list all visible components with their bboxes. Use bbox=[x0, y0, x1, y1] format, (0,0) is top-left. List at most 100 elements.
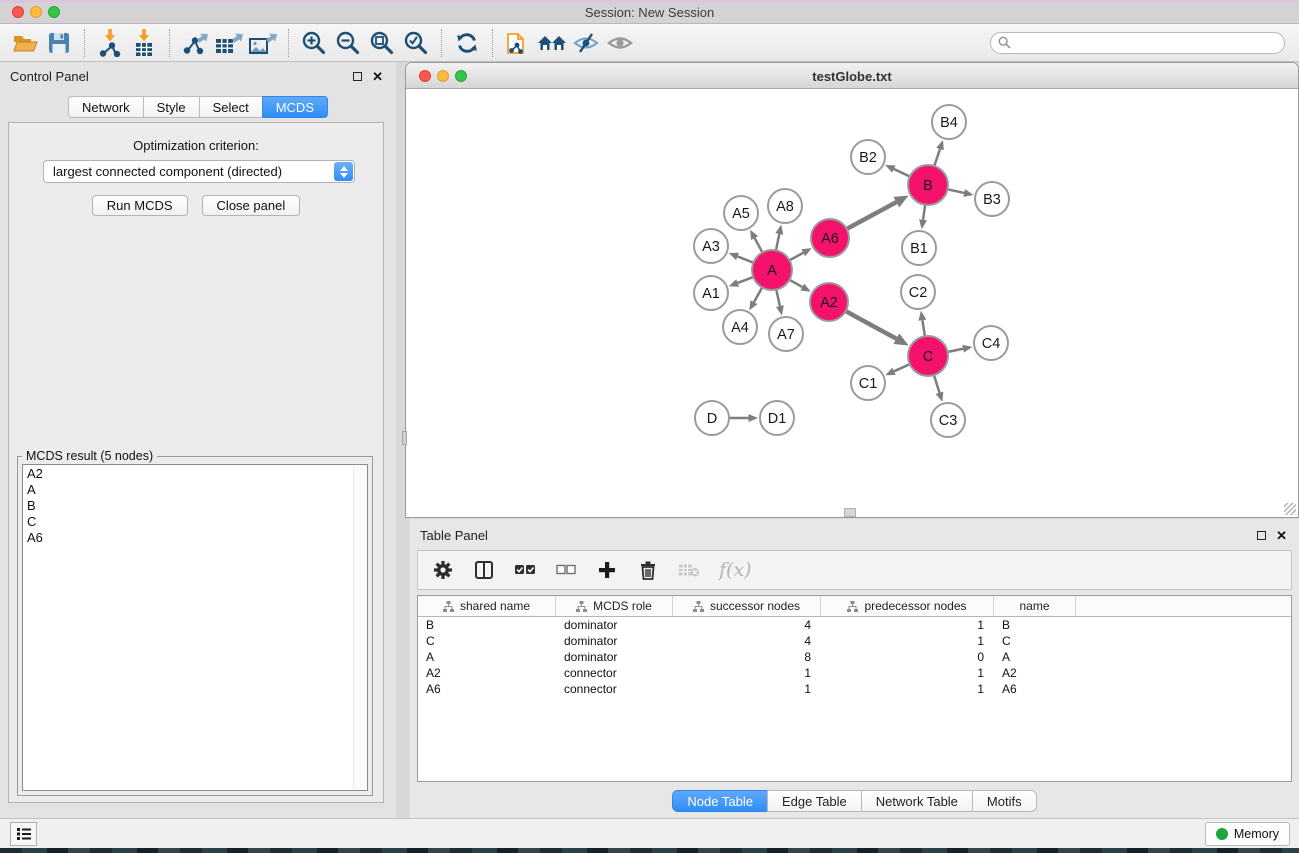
run-mcds-button[interactable]: Run MCDS bbox=[92, 195, 188, 216]
cell-shared-name[interactable]: A6 bbox=[418, 681, 556, 697]
column-header-mcds-role[interactable]: MCDS role bbox=[556, 596, 673, 616]
table-row[interactable]: Cdominator41C bbox=[418, 633, 1291, 649]
arrowhead-icon bbox=[729, 279, 739, 286]
table-row[interactable]: A6connector11A6 bbox=[418, 681, 1291, 697]
export-image-icon[interactable] bbox=[246, 28, 280, 58]
column-header-successor-nodes[interactable]: successor nodes bbox=[673, 596, 821, 616]
cell-shared-name[interactable]: A2 bbox=[418, 665, 556, 681]
cell-name[interactable]: A6 bbox=[994, 681, 1076, 697]
cell-predecessor-nodes[interactable]: 0 bbox=[821, 649, 994, 665]
optimization-criterion-select[interactable]: largest connected component (directed) bbox=[43, 160, 355, 183]
table-row[interactable]: A2connector11A2 bbox=[418, 665, 1291, 681]
mcds-result-item[interactable]: B bbox=[27, 498, 367, 514]
table-row[interactable]: Adominator80A bbox=[418, 649, 1291, 665]
cell-predecessor-nodes[interactable]: 1 bbox=[821, 665, 994, 681]
export-network-icon[interactable] bbox=[178, 28, 212, 58]
import-table-icon[interactable] bbox=[127, 28, 161, 58]
cell-successor-nodes[interactable]: 4 bbox=[673, 633, 821, 649]
export-table-icon[interactable] bbox=[212, 28, 246, 58]
tab-select[interactable]: Select bbox=[199, 96, 262, 118]
cell-successor-nodes[interactable]: 8 bbox=[673, 649, 821, 665]
attribute-tree-icon bbox=[693, 601, 704, 612]
cell-predecessor-nodes[interactable]: 1 bbox=[821, 681, 994, 697]
home-layout-icon[interactable] bbox=[535, 28, 569, 58]
import-network-icon[interactable] bbox=[93, 28, 127, 58]
cell-name[interactable]: A bbox=[994, 649, 1076, 665]
delete-column-trash-icon[interactable] bbox=[637, 559, 659, 581]
cell-mcds-role[interactable]: dominator bbox=[556, 649, 673, 665]
cell-successor-nodes[interactable]: 4 bbox=[673, 617, 821, 633]
new-network-from-file-icon[interactable] bbox=[501, 28, 535, 58]
resize-grip-icon[interactable] bbox=[1284, 503, 1296, 515]
close-panel-icon[interactable]: ✕ bbox=[1276, 528, 1287, 544]
column-header-name[interactable]: name bbox=[994, 596, 1076, 616]
table-panel: Table Panel ✕ f(x) shared nameMCDS roles… bbox=[410, 519, 1299, 818]
cell-successor-nodes[interactable]: 1 bbox=[673, 681, 821, 697]
save-session-icon[interactable] bbox=[42, 28, 76, 58]
network-window-titlebar[interactable]: testGlobe.txt bbox=[406, 63, 1298, 89]
arrowhead-icon bbox=[776, 305, 784, 315]
tab-motifs[interactable]: Motifs bbox=[972, 790, 1037, 812]
search-input[interactable] bbox=[1011, 36, 1284, 50]
cell-shared-name[interactable]: A bbox=[418, 649, 556, 665]
cell-mcds-role[interactable]: dominator bbox=[556, 617, 673, 633]
tab-mcds[interactable]: MCDS bbox=[262, 96, 328, 118]
cell-name[interactable]: C bbox=[994, 633, 1076, 649]
divider-handle[interactable] bbox=[844, 508, 856, 517]
app-titlebar: Session: New Session bbox=[0, 0, 1299, 24]
show-eye-icon[interactable] bbox=[603, 28, 637, 58]
tab-style[interactable]: Style bbox=[143, 96, 199, 118]
deselect-all-columns-icon[interactable] bbox=[555, 559, 577, 581]
table-settings-gear-icon[interactable] bbox=[432, 559, 454, 581]
zoom-out-icon[interactable] bbox=[331, 28, 365, 58]
column-header-shared-name[interactable]: shared name bbox=[418, 596, 556, 616]
node-label: C4 bbox=[982, 336, 1001, 352]
mcds-result-item[interactable]: A6 bbox=[27, 530, 367, 546]
network-graph[interactable]: B4B2BB3A5A8A6A3AB1A1C2A2A4A7C4CC1C3DD1 bbox=[407, 89, 1297, 516]
mcds-result-list[interactable]: A2ABCA6 bbox=[22, 464, 368, 791]
open-file-icon[interactable] bbox=[8, 28, 42, 58]
control-panel-title: Control Panel bbox=[10, 69, 89, 84]
cell-name[interactable]: B bbox=[994, 617, 1076, 633]
cell-name[interactable]: A2 bbox=[994, 665, 1076, 681]
close-panel-icon[interactable]: ✕ bbox=[372, 69, 383, 85]
float-panel-icon[interactable] bbox=[1257, 531, 1266, 540]
create-column-plus-icon[interactable] bbox=[596, 559, 618, 581]
tab-network-table[interactable]: Network Table bbox=[861, 790, 972, 812]
memory-button[interactable]: Memory bbox=[1205, 822, 1290, 846]
search-field[interactable] bbox=[990, 32, 1285, 54]
tab-network[interactable]: Network bbox=[68, 96, 143, 118]
cell-mcds-role[interactable]: dominator bbox=[556, 633, 673, 649]
control-panel: Control Panel ✕ NetworkStyleSelectMCDS O… bbox=[0, 62, 396, 818]
table-row[interactable]: Bdominator41B bbox=[418, 617, 1291, 633]
splitter-handle[interactable] bbox=[402, 431, 407, 445]
scrollbar-track[interactable] bbox=[353, 466, 366, 789]
tab-node-table[interactable]: Node Table bbox=[672, 790, 767, 812]
cell-shared-name[interactable]: B bbox=[418, 617, 556, 633]
zoom-fit-icon[interactable] bbox=[365, 28, 399, 58]
cell-predecessor-nodes[interactable]: 1 bbox=[821, 633, 994, 649]
zoom-selected-icon[interactable] bbox=[399, 28, 433, 58]
zoom-in-icon[interactable] bbox=[297, 28, 331, 58]
hide-selected-eye-icon[interactable] bbox=[569, 28, 603, 58]
cell-mcds-role[interactable]: connector bbox=[556, 665, 673, 681]
cell-predecessor-nodes[interactable]: 1 bbox=[821, 617, 994, 633]
control-panel-tabs: NetworkStyleSelectMCDS bbox=[0, 96, 396, 118]
window-title: Session: New Session bbox=[0, 5, 1299, 20]
mcds-result-item[interactable]: C bbox=[27, 514, 367, 530]
cell-successor-nodes[interactable]: 1 bbox=[673, 665, 821, 681]
tab-edge-table[interactable]: Edge Table bbox=[767, 790, 861, 812]
network-canvas[interactable]: B4B2BB3A5A8A6A3AB1A1C2A2A4A7C4CC1C3DD1 bbox=[407, 89, 1297, 516]
select-all-columns-icon[interactable] bbox=[514, 559, 536, 581]
float-panel-icon[interactable] bbox=[353, 72, 362, 81]
cell-mcds-role[interactable]: connector bbox=[556, 681, 673, 697]
task-history-button[interactable] bbox=[10, 822, 37, 846]
close-panel-button[interactable]: Close panel bbox=[202, 195, 301, 216]
show-column-panel-icon[interactable] bbox=[473, 559, 495, 581]
mcds-result-item[interactable]: A bbox=[27, 482, 367, 498]
cell-shared-name[interactable]: C bbox=[418, 633, 556, 649]
column-header-predecessor-nodes[interactable]: predecessor nodes bbox=[821, 596, 994, 616]
mcds-result-item[interactable]: A2 bbox=[27, 466, 367, 482]
refresh-icon[interactable] bbox=[450, 28, 484, 58]
status-bar: Memory bbox=[0, 818, 1299, 848]
